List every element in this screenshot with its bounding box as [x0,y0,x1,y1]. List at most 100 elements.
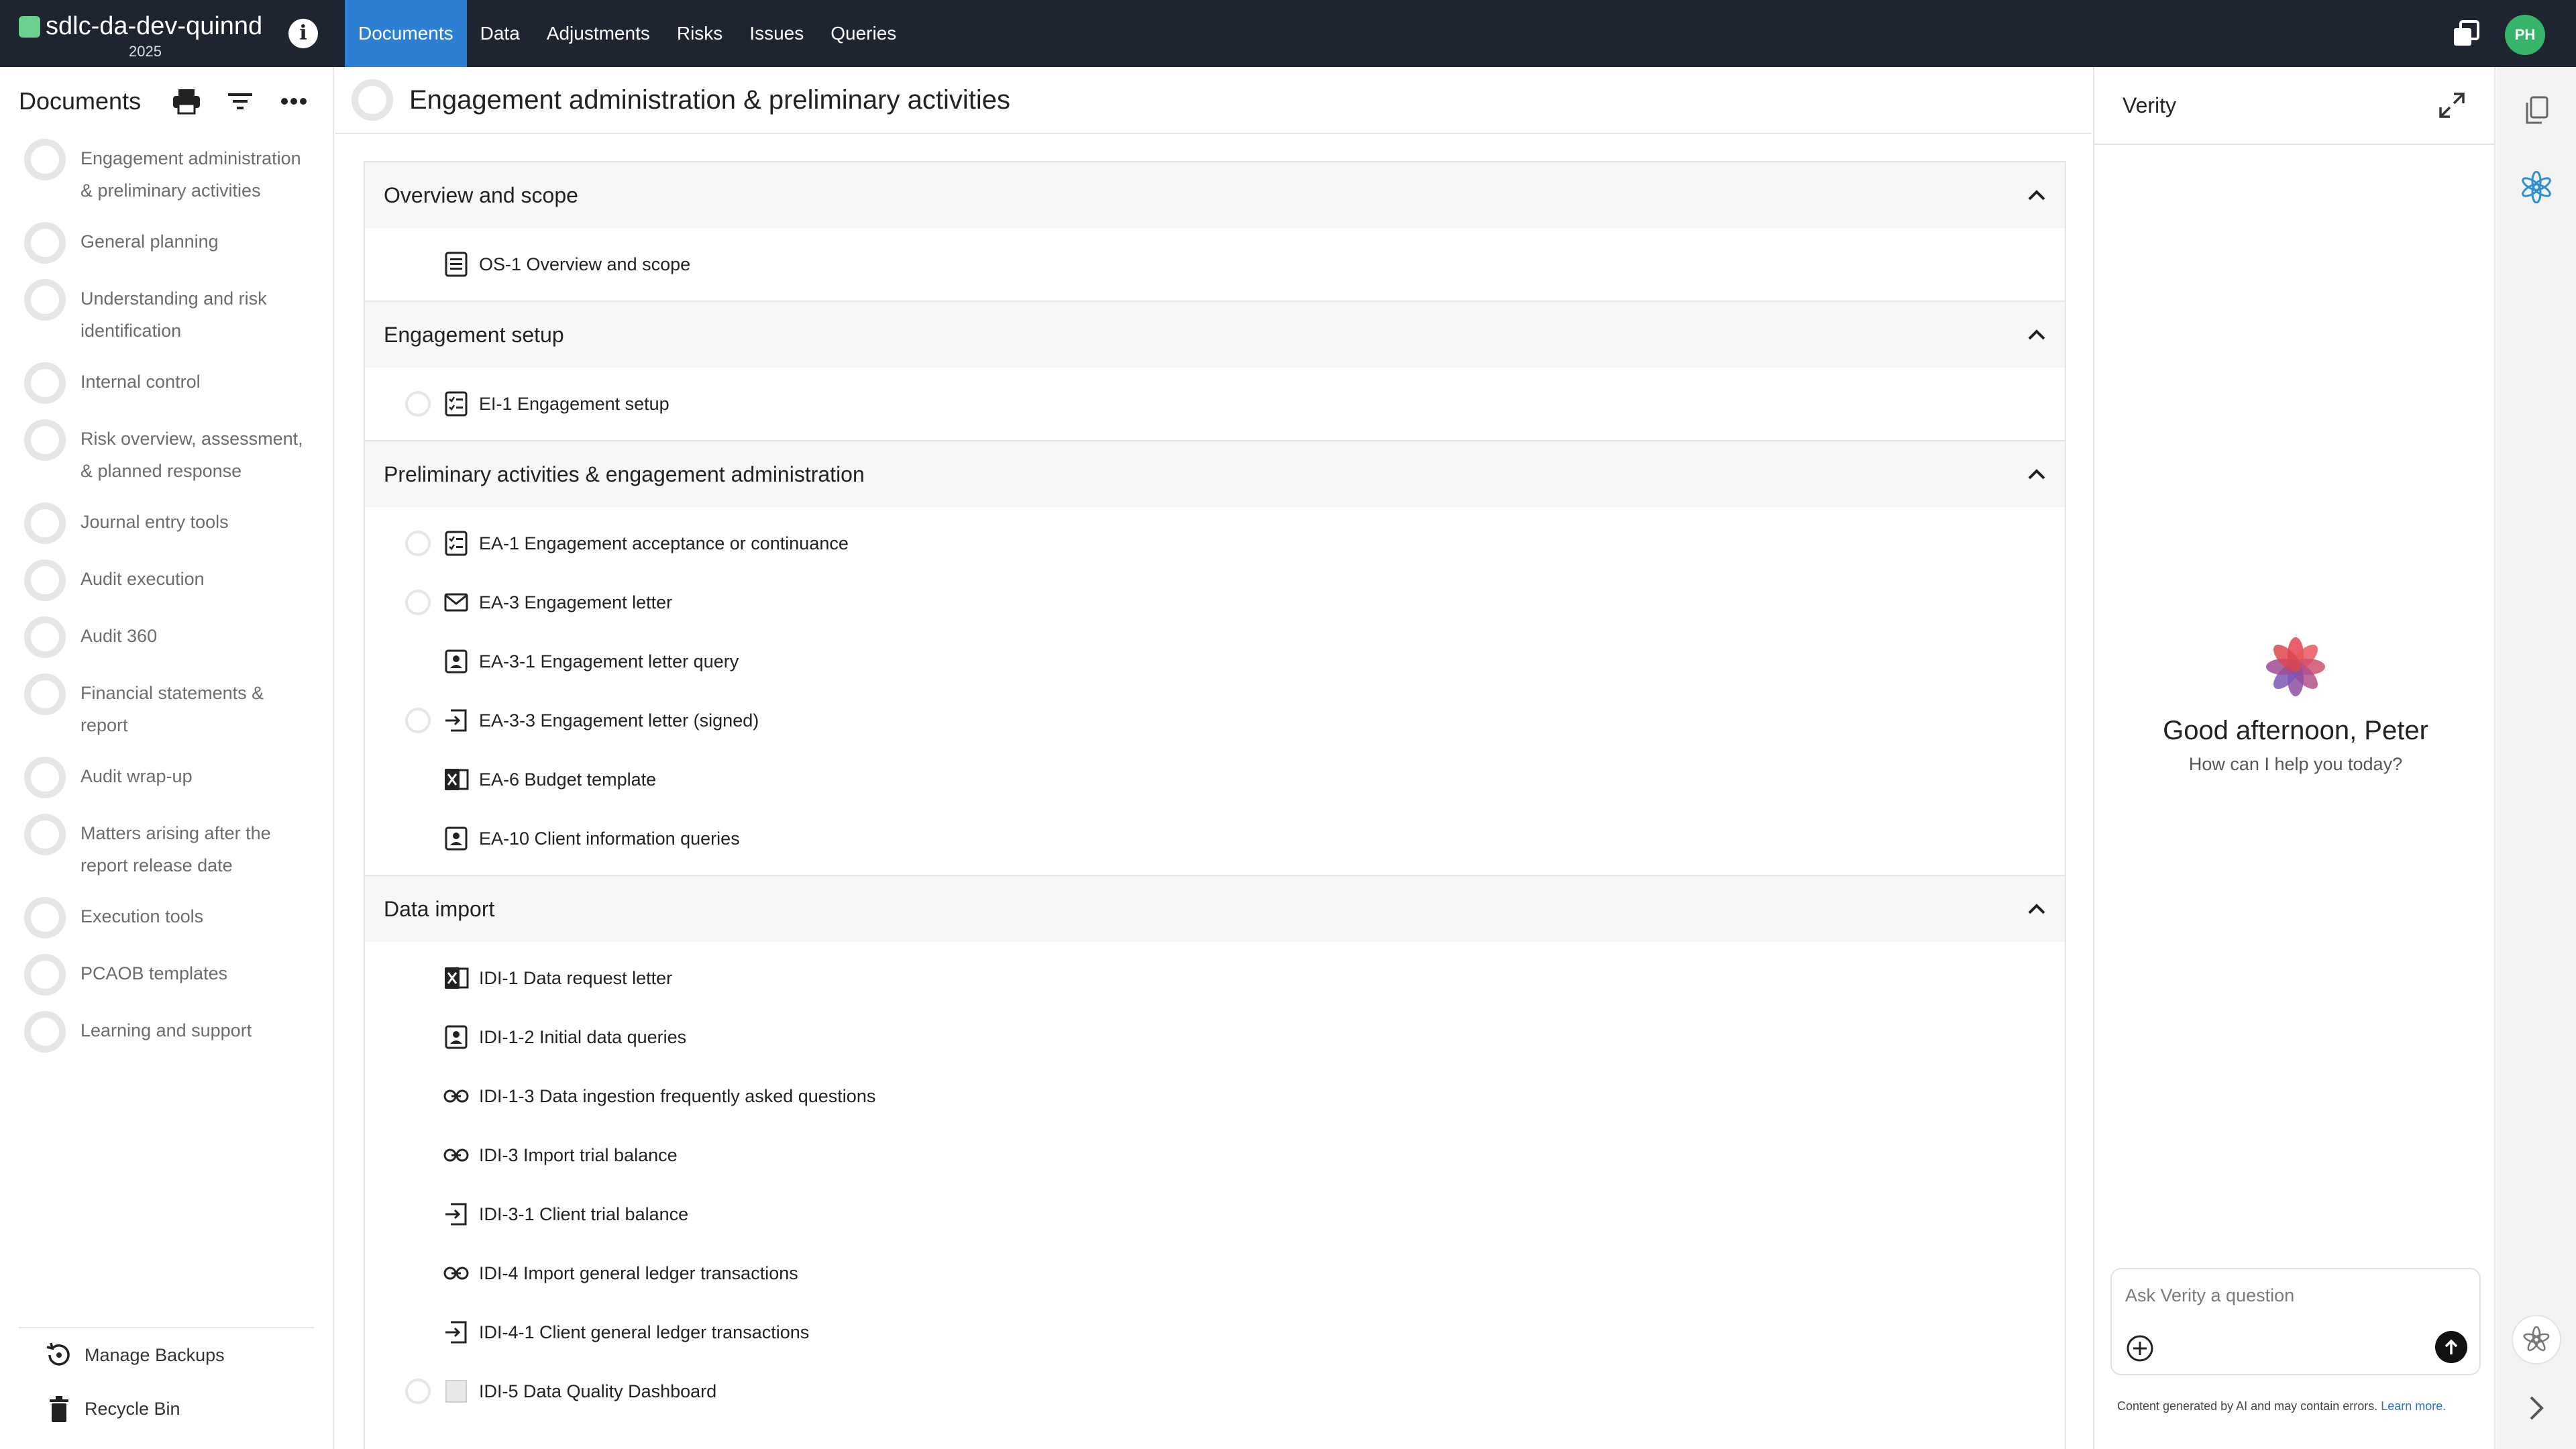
nav-tab-adjustments[interactable]: Adjustments [533,0,663,67]
sidebar-item[interactable]: Understanding and risk identification [24,279,313,366]
progress-ring-icon [24,279,66,321]
document-row[interactable]: EA-3 Engagement letter [365,573,2065,632]
excel-icon [443,965,470,991]
progress-ring-icon [24,954,66,996]
section-header[interactable]: Data import [365,876,2065,942]
sidebar-item[interactable]: Risk overview, assessment, & planned res… [24,419,313,506]
manage-backups-button[interactable]: Manage Backups [19,1328,314,1382]
sidebar-item[interactable]: General planning [24,222,313,282]
chevron-up-icon[interactable] [2027,468,2046,480]
ai-disclaimer-text: Content generated by AI and may contain … [2117,1399,2378,1413]
sidebar-item-label: Execution tools [80,906,204,926]
send-button[interactable] [2435,1331,2467,1363]
chevron-right-icon [2530,1396,2544,1420]
verity-assistant-button[interactable] [2517,168,2556,207]
add-attachment-icon[interactable] [2125,1334,2155,1363]
sidebar-item[interactable]: Journal entry tools [24,502,313,563]
document-row[interactable]: EI-1 Engagement setup [365,374,2065,433]
document-label: EA-1 Engagement acceptance or continuanc… [479,533,849,553]
more-options-button[interactable] [275,83,313,120]
document-row[interactable]: IDI-5 Data Quality Dashboard [365,1362,2065,1421]
row-spacer [405,1201,431,1227]
document-row[interactable]: EA-6 Budget template [365,750,2065,809]
row-spacer [405,826,431,851]
chevron-up-icon[interactable] [2027,903,2046,915]
document-row[interactable]: IDI-1-3 Data ingestion frequently asked … [365,1067,2065,1126]
more-icon [281,98,307,105]
document-row[interactable]: IDI-1 Data request letter [365,949,2065,1008]
document-row[interactable]: EA-10 Client information queries [365,809,2065,868]
verity-question-input[interactable]: Ask Verity a question [2110,1268,2481,1375]
nav-tab-data[interactable]: Data [467,0,533,67]
chevron-up-icon[interactable] [2027,189,2046,201]
document-row[interactable]: IDI-4 Import general ledger transactions [365,1244,2065,1303]
sidebar-title: Documents [19,87,142,115]
section-header[interactable]: Preliminary activities & engagement admi… [365,441,2065,507]
signoff-circle[interactable] [405,1379,431,1404]
row-spacer [405,649,431,674]
sidebar-item[interactable]: Internal control [24,362,313,423]
print-button[interactable] [168,83,205,120]
section-title: Data import [384,896,495,921]
verity-title: Verity [2123,93,2177,117]
document-row[interactable]: EA-3-1 Engagement letter query [365,632,2065,691]
user-avatar[interactable]: PH [2505,15,2545,55]
document-row[interactable]: OS-1 Overview and scope [365,235,2065,294]
learn-more-link[interactable]: Learn more. [2381,1399,2446,1413]
app-brand[interactable]: sdlc-da-dev-quinnd [19,12,262,41]
info-icon[interactable]: i [288,19,318,48]
signoff-circle[interactable] [405,531,431,556]
nav-tab-documents[interactable]: Documents [345,0,467,67]
signoff-circle[interactable] [405,391,431,417]
filter-button[interactable] [221,83,259,120]
checklist-icon [443,390,470,417]
document-row[interactable]: IDI-1-2 Initial data queries [365,1008,2065,1067]
windows-icon[interactable] [2447,16,2485,54]
ai-tools-button[interactable] [2512,1315,2561,1364]
section-header[interactable]: Overview and scope [365,162,2065,228]
row-spacer [405,1142,431,1168]
nav-tab-risks[interactable]: Risks [663,0,736,67]
collapse-rail-button[interactable] [2517,1389,2556,1428]
document-row[interactable]: IDI-4-1 Client general ledger transactio… [365,1303,2065,1362]
section-preliminary-activities: Preliminary activities & engagement admi… [365,441,2065,876]
progress-ring-icon [24,502,66,544]
progress-ring-icon [24,757,66,798]
progress-ring-icon [24,559,66,601]
history-icon [46,1342,70,1366]
sidebar-item[interactable]: Financial statements & report [24,674,313,760]
document-row[interactable]: EA-3-3 Engagement letter (signed) [365,691,2065,750]
row-spacer [405,1260,431,1286]
progress-ring-icon [24,222,66,264]
documents-panel-button[interactable] [2517,91,2556,130]
recycle-bin-button[interactable]: Recycle Bin [19,1382,314,1436]
sidebar-item[interactable]: PCAOB templates [24,954,313,1014]
sidebar-item-label: Audit wrap-up [80,766,193,786]
expand-icon[interactable] [2438,91,2466,119]
signoff-circle[interactable] [405,708,431,733]
sidebar-item-label: Risk overview, assessment, & planned res… [80,429,303,481]
sidebar-item[interactable]: Audit 360 [24,616,313,677]
sidebar-item[interactable]: Execution tools [24,897,313,957]
signoff-circle[interactable] [405,590,431,615]
query-icon [443,1024,470,1051]
document-row[interactable]: EA-1 Engagement acceptance or continuanc… [365,514,2065,573]
section-header[interactable]: Engagement setup [365,302,2065,368]
document-row[interactable]: IDI-3-1 Client trial balance [365,1185,2065,1244]
sidebar-item[interactable]: Engagement administration & preliminary … [24,139,313,225]
document-label: EA-10 Client information queries [479,828,740,849]
progress-ring-icon [24,419,66,461]
sidebar-item[interactable]: Audit wrap-up [24,757,313,817]
sidebar-item[interactable]: Audit execution [24,559,313,620]
sidebar-item-label: Understanding and risk identification [80,288,267,341]
document-row[interactable]: IDI-3 Import trial balance [365,1126,2065,1185]
verity-logo-icon [2266,637,2325,696]
link-icon [443,1083,470,1110]
nav-tab-issues[interactable]: Issues [736,0,817,67]
sidebar-item[interactable]: Learning and support [24,1011,313,1071]
row-spacer [405,1320,431,1345]
nav-tab-queries[interactable]: Queries [817,0,910,67]
chevron-up-icon[interactable] [2027,329,2046,341]
sidebar-item[interactable]: Matters arising after the report release… [24,814,313,900]
verity-subtitle: How can I help you today? [2188,754,2403,774]
